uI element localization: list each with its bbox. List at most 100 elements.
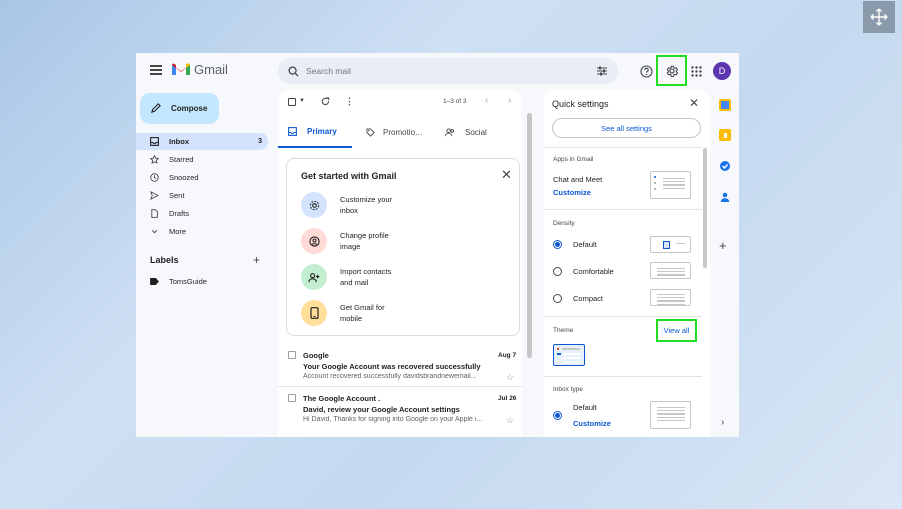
tab-primary[interactable]: Primary xyxy=(278,116,352,148)
tag-icon xyxy=(366,127,375,137)
sidebar-item-inbox[interactable]: Inbox 3 xyxy=(136,133,268,150)
view-all-themes-link[interactable]: View all xyxy=(656,319,697,342)
help-icon[interactable] xyxy=(638,63,654,79)
tab-social[interactable]: Social xyxy=(445,116,487,148)
apps-customize-link[interactable]: Customize xyxy=(553,188,591,197)
get-started-item-profile[interactable]: Change profile image xyxy=(301,228,389,254)
chat-meet-label: Chat and Meet xyxy=(553,175,603,184)
see-all-settings-button[interactable]: See all settings xyxy=(552,118,701,138)
tasks-icon[interactable] xyxy=(719,159,731,171)
item-line1: Import contacts xyxy=(340,267,392,276)
inbox-type-default[interactable] xyxy=(553,411,562,420)
search-input[interactable] xyxy=(306,66,596,76)
get-started-item-customize[interactable]: Customize your inbox xyxy=(301,192,392,218)
calendar-icon[interactable] xyxy=(719,99,731,111)
radio-selected[interactable] xyxy=(553,411,562,420)
person-add-icon xyxy=(301,264,327,290)
star-icon[interactable]: ☆ xyxy=(506,415,514,426)
refresh-icon[interactable] xyxy=(321,97,330,106)
divider xyxy=(544,209,702,210)
sidebar-item-more[interactable]: More xyxy=(136,223,268,240)
theme-default-thumbnail[interactable] xyxy=(553,344,585,366)
sidebar-item-label: Drafts xyxy=(169,209,190,218)
apps-grid-icon[interactable] xyxy=(688,63,704,79)
density-option-default[interactable]: Default xyxy=(553,240,597,249)
sidebar-item-snoozed[interactable]: Snoozed xyxy=(136,169,268,186)
email-checkbox[interactable] xyxy=(288,351,296,359)
draft-icon xyxy=(151,209,158,218)
get-started-item-mobile[interactable]: Get Gmail for mobile xyxy=(301,300,385,326)
density-compact-preview xyxy=(650,289,691,306)
density-title: Density xyxy=(553,220,575,227)
gmail-logo[interactable]: Gmail xyxy=(172,62,228,77)
keep-icon[interactable] xyxy=(719,129,731,141)
email-sender: The Google Account . xyxy=(303,394,381,403)
mail-list-panel: ▼ ⋮ 1–3 of 3 ‹ › Primary Promotio… Socia… xyxy=(278,90,522,437)
tab-promotions[interactable]: Promotio… xyxy=(366,116,423,148)
density-label: Compact xyxy=(573,294,604,303)
label-item-tomsguide[interactable]: TomsGuide xyxy=(136,273,268,290)
label-name: TomsGuide xyxy=(169,277,207,286)
item-line2: mobile xyxy=(340,314,363,323)
expand-panel-chevron-icon[interactable]: › xyxy=(721,417,724,428)
account-circle-icon xyxy=(301,228,327,254)
email-row[interactable]: Google Aug 7 Your Google Account was rec… xyxy=(278,345,522,387)
more-options-icon[interactable]: ⋮ xyxy=(345,96,354,107)
radio-selected[interactable] xyxy=(553,240,562,249)
divider xyxy=(544,376,702,377)
close-icon[interactable]: ✕ xyxy=(689,96,699,110)
inbox-icon xyxy=(288,126,297,136)
settings-gear-icon[interactable] xyxy=(656,55,687,86)
quick-settings-title: Quick settings xyxy=(552,99,609,109)
tab-label: Promotio… xyxy=(383,127,424,137)
sidebar-item-sent[interactable]: Sent xyxy=(136,187,268,204)
radio-unselected[interactable] xyxy=(553,294,562,303)
item-line2: image xyxy=(340,242,361,251)
search-icon[interactable] xyxy=(288,65,299,77)
select-all-checkbox[interactable] xyxy=(288,98,296,106)
email-date: Aug 7 xyxy=(498,352,517,359)
prev-page-icon[interactable]: ‹ xyxy=(485,95,488,106)
mail-list-scrollbar[interactable] xyxy=(527,113,532,358)
inbox-type-title: Inbox type xyxy=(553,386,583,393)
search-bar[interactable] xyxy=(278,58,618,84)
email-row[interactable]: The Google Account . Jul 26 David, revie… xyxy=(278,388,522,430)
get-started-card: Get started with Gmail ✕ Customize your i… xyxy=(286,158,520,336)
get-started-item-import[interactable]: Import contacts and mail xyxy=(301,264,391,290)
quick-settings-scrollbar[interactable] xyxy=(703,148,707,268)
search-options-icon[interactable] xyxy=(596,65,608,77)
chat-meet-preview xyxy=(650,171,691,199)
close-icon[interactable]: ✕ xyxy=(501,167,512,183)
item-line1: Get Gmail for xyxy=(340,303,385,312)
star-icon[interactable]: ☆ xyxy=(506,372,514,383)
label-tag-icon xyxy=(150,278,159,285)
next-page-icon[interactable]: › xyxy=(508,95,511,106)
density-comfortable-preview xyxy=(650,262,691,279)
tab-label: Social xyxy=(465,127,487,137)
theme-title: Theme xyxy=(553,327,574,334)
density-label: Comfortable xyxy=(573,267,614,276)
get-addons-icon[interactable]: + xyxy=(719,238,727,253)
contacts-icon[interactable] xyxy=(719,190,731,202)
main-menu-icon[interactable] xyxy=(150,65,162,75)
divider xyxy=(544,316,702,317)
sidebar-item-starred[interactable]: Starred xyxy=(136,151,268,168)
expand-icon[interactable] xyxy=(863,1,895,33)
select-dropdown-icon[interactable]: ▼ xyxy=(299,98,305,104)
gmail-window: Gmail D Compose Inbox 3 Starred Snoozed … xyxy=(136,53,739,437)
sidebar-item-label: Inbox xyxy=(169,137,189,146)
sidebar-item-label: Starred xyxy=(169,155,194,164)
email-checkbox[interactable] xyxy=(288,394,296,402)
radio-unselected[interactable] xyxy=(553,267,562,276)
compose-button[interactable]: Compose xyxy=(140,93,219,124)
inbox-type-default-label: Default xyxy=(573,403,597,412)
account-avatar[interactable]: D xyxy=(713,62,731,80)
people-icon xyxy=(445,127,455,136)
inbox-type-customize-link[interactable]: Customize xyxy=(573,419,611,428)
add-label-icon[interactable]: + xyxy=(253,253,260,267)
inbox-icon xyxy=(150,137,159,146)
inbox-type-preview xyxy=(650,401,691,429)
density-option-comfortable[interactable]: Comfortable xyxy=(553,267,614,276)
density-option-compact[interactable]: Compact xyxy=(553,294,603,303)
sidebar-item-drafts[interactable]: Drafts xyxy=(136,205,268,222)
